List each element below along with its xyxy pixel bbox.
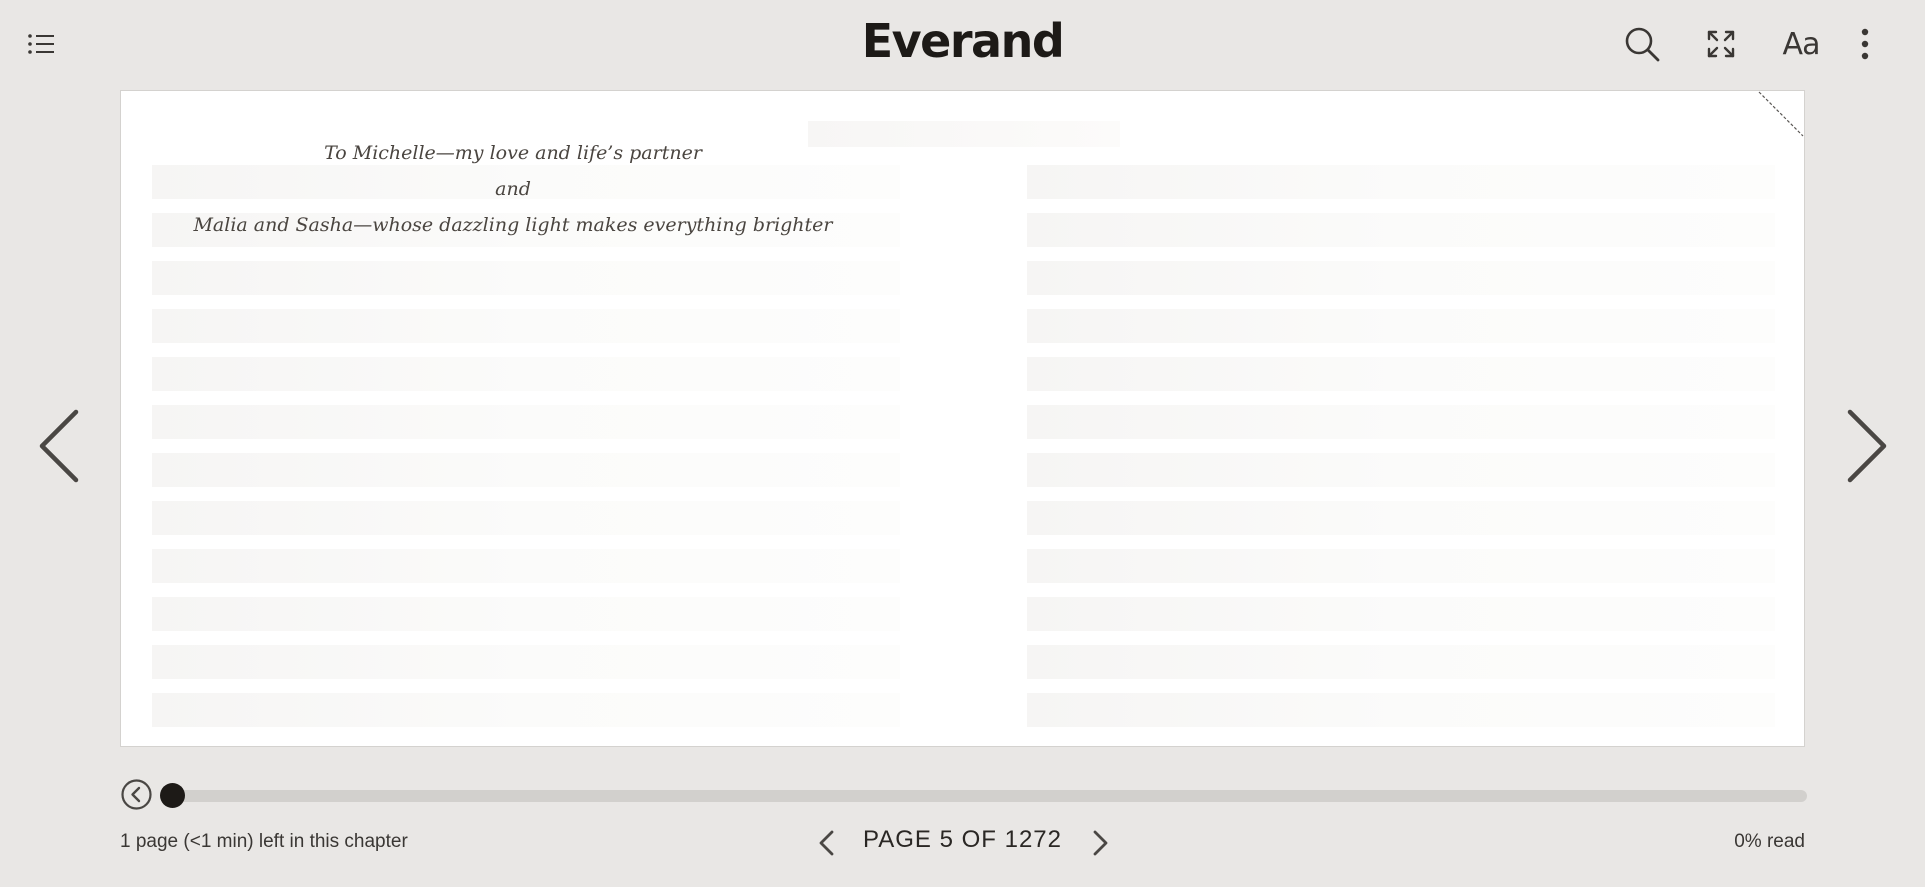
page-prev-button[interactable] xyxy=(815,829,839,857)
table-of-contents-button[interactable] xyxy=(26,30,58,58)
dedication-line: To Michelle—my love and life’s partner xyxy=(324,142,702,164)
page-next-button[interactable] xyxy=(1088,829,1112,857)
chevron-right-icon xyxy=(1093,830,1108,856)
page-indicator: PAGE 5 OF 1272 xyxy=(863,826,1062,853)
progress-slider-handle[interactable] xyxy=(160,783,185,808)
dedication-text: To Michelle—my love and life’s partner a… xyxy=(151,135,875,243)
table-of-contents-icon xyxy=(28,34,54,54)
read-percentage: 0% read xyxy=(1734,831,1805,852)
book-page-spread[interactable]: To Michelle—my love and life’s partner a… xyxy=(120,90,1805,747)
bookmark-corner[interactable] xyxy=(1758,91,1804,137)
left-page-loading-lines xyxy=(152,165,900,741)
back-circle-icon xyxy=(121,779,152,810)
right-page-loading-lines xyxy=(1027,165,1775,741)
search-button[interactable] xyxy=(1622,24,1662,64)
next-page-arrow[interactable] xyxy=(1840,408,1890,484)
more-options-button[interactable] xyxy=(1845,24,1885,64)
fullscreen-button[interactable] xyxy=(1701,24,1741,64)
search-icon xyxy=(1625,27,1660,62)
chevron-right-icon xyxy=(1847,409,1887,483)
chevron-left-icon xyxy=(39,409,79,483)
reader-header: Everand Aa xyxy=(0,0,1925,88)
everand-logo[interactable]: Everand xyxy=(862,14,1065,68)
fullscreen-icon xyxy=(1707,30,1735,58)
dedication-line: Malia and Sasha—whose dazzling light mak… xyxy=(193,214,833,236)
font-settings-button[interactable]: Aa xyxy=(1779,24,1823,64)
previous-page-arrow[interactable] xyxy=(36,408,86,484)
font-settings-icon: Aa xyxy=(1782,26,1821,62)
chapter-remaining-text: 1 page (<1 min) left in this chapter xyxy=(120,831,408,852)
reading-progress-bar[interactable] xyxy=(160,790,1807,802)
dedication-line: and xyxy=(495,178,531,200)
progress-back-button[interactable] xyxy=(121,779,152,810)
more-options-icon xyxy=(1861,28,1869,60)
chevron-left-icon xyxy=(819,830,834,856)
